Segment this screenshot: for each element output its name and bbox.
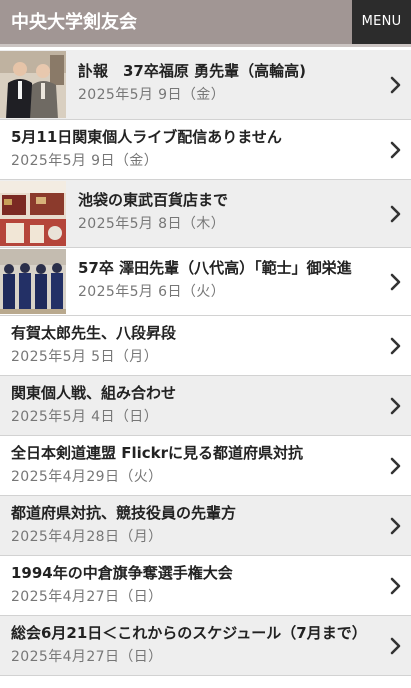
chevron-right-icon bbox=[390, 457, 401, 474]
post-date: 2025年5月 5日（月） bbox=[11, 349, 159, 365]
header-divider bbox=[0, 44, 411, 47]
post-title[interactable]: 全日本剣道連盟 Flickrに見る都道府県対抗 bbox=[11, 443, 381, 464]
post-list-item[interactable]: 有賀太郎先生、八段昇段 2025年5月 5日（月） bbox=[0, 316, 411, 376]
chevron-right-icon bbox=[390, 577, 401, 594]
chevron-right-icon bbox=[390, 141, 401, 158]
chevron-right-icon bbox=[390, 205, 401, 222]
post-title[interactable]: 有賀太郎先生、八段昇段 bbox=[11, 323, 381, 344]
chevron-right-icon bbox=[390, 273, 401, 290]
post-thumbnail bbox=[0, 51, 66, 118]
post-date: 2025年5月 9日（金） bbox=[11, 153, 159, 169]
post-date: 2025年4月27日（日） bbox=[11, 589, 163, 605]
post-date: 2025年5月 9日（金） bbox=[78, 87, 226, 103]
post-title[interactable]: 関東個人戦、組み合わせ bbox=[11, 383, 381, 404]
post-list-item[interactable]: 総会6月21日＜これからのスケジュール（7月まで） 2025年4月27日（日） bbox=[0, 616, 411, 676]
post-date: 2025年5月 8日（木） bbox=[78, 216, 226, 232]
site-title[interactable]: 中央大学剣友会 bbox=[11, 12, 137, 34]
post-thumbnail bbox=[0, 249, 66, 314]
post-thumbnail bbox=[0, 181, 66, 246]
post-title[interactable]: 5月11日関東個人ライブ配信ありません bbox=[11, 127, 381, 148]
chevron-right-icon bbox=[390, 397, 401, 414]
post-list-item[interactable]: 57卒 澤田先輩（八代高）「範士」御栄進 2025年5月 6日（火） bbox=[0, 248, 411, 316]
post-date: 2025年5月 4日（日） bbox=[11, 409, 159, 425]
post-list: 訃報 37卒福原 勇先輩（高輪高) 2025年5月 9日（金） 5月11日関東個… bbox=[0, 50, 411, 676]
post-title[interactable]: 都道府県対抗、競技役員の先輩方 bbox=[11, 503, 381, 524]
post-date: 2025年5月 6日（火） bbox=[78, 284, 226, 300]
menu-button[interactable]: MENU bbox=[352, 0, 411, 44]
post-list-item[interactable]: 都道府県対抗、競技役員の先輩方 2025年4月28日（月） bbox=[0, 496, 411, 556]
post-title[interactable]: 57卒 澤田先輩（八代高）「範士」御栄進 bbox=[78, 258, 381, 279]
post-list-item[interactable]: 5月11日関東個人ライブ配信ありません 2025年5月 9日（金） bbox=[0, 120, 411, 180]
post-list-item[interactable]: 関東個人戦、組み合わせ 2025年5月 4日（日） bbox=[0, 376, 411, 436]
chevron-right-icon bbox=[390, 637, 401, 654]
post-date: 2025年4月29日（火） bbox=[11, 469, 163, 485]
post-list-item[interactable]: 1994年の中倉旗争奪選手権大会 2025年4月27日（日） bbox=[0, 556, 411, 616]
post-list-item[interactable]: 池袋の東武百貨店まで 2025年5月 8日（木） bbox=[0, 180, 411, 248]
post-title[interactable]: 総会6月21日＜これからのスケジュール（7月まで） bbox=[11, 623, 381, 644]
post-list-item[interactable]: 訃報 37卒福原 勇先輩（高輪高) 2025年5月 9日（金） bbox=[0, 50, 411, 120]
post-list-item[interactable]: 全日本剣道連盟 Flickrに見る都道府県対抗 2025年4月29日（火） bbox=[0, 436, 411, 496]
post-title[interactable]: 池袋の東武百貨店まで bbox=[78, 190, 381, 211]
post-title[interactable]: 1994年の中倉旗争奪選手権大会 bbox=[11, 563, 381, 584]
post-date: 2025年4月28日（月） bbox=[11, 529, 163, 545]
chevron-right-icon bbox=[390, 76, 401, 93]
post-date: 2025年4月27日（日） bbox=[11, 649, 163, 665]
site-header: 中央大学剣友会 MENU bbox=[0, 0, 411, 47]
chevron-right-icon bbox=[390, 517, 401, 534]
chevron-right-icon bbox=[390, 337, 401, 354]
post-title[interactable]: 訃報 37卒福原 勇先輩（高輪高) bbox=[78, 61, 381, 82]
